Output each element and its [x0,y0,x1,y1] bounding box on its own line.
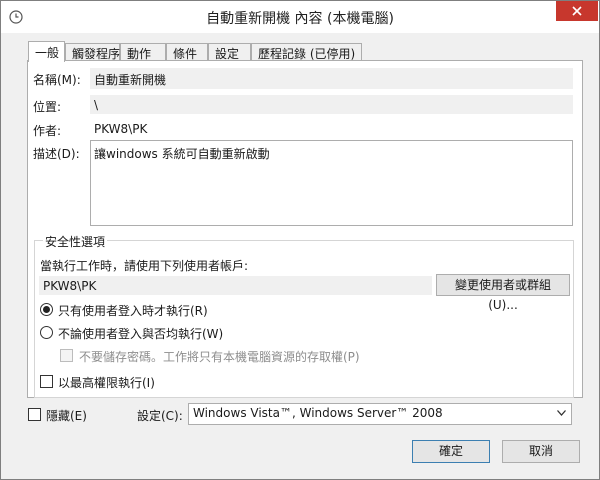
author-value: PKW8\PK [94,122,148,136]
radio-selected-dot [43,306,50,313]
name-label: 名稱(M): [33,73,81,87]
tab-actions[interactable]: 動作 [120,43,166,61]
security-group-title: 安全性選項 [43,233,108,250]
security-options-group: 安全性選項 當執行工作時，請使用下列使用者帳戶: PKW8\PK 變更使用者或群… [34,233,574,398]
radio-logged-on-only-label[interactable]: 只有使用者登入時才執行(R) [58,302,208,319]
configure-for-select[interactable]: Windows Vista™, Windows Server™ 2008 [188,403,572,425]
tab-triggers[interactable]: 觸發程序 [65,43,120,61]
ok-button[interactable]: 確定 [412,440,490,463]
tab-settings[interactable]: 設定 [208,43,251,61]
highest-privileges-label[interactable]: 以最高權限執行(I) [58,374,155,391]
close-button[interactable] [556,1,598,21]
highest-privileges-checkbox[interactable] [40,375,53,388]
hidden-checkbox[interactable] [28,408,41,421]
change-user-button[interactable]: 變更使用者或群組(U)... [436,274,570,312]
general-tab-panel: 名稱(M): 自動重新開機 位置: \ 作者: PKW8\PK 描述(D): 讓… [27,60,583,398]
tab-general[interactable]: 一般 [28,41,65,62]
configure-for-value: Windows Vista™, Windows Server™ 2008 [193,406,443,420]
chevron-down-icon [557,410,566,416]
radio-logged-on-only[interactable] [40,303,53,316]
author-label: 作者: [33,124,62,138]
radio-whether-logged-on-label[interactable]: 不論使用者登入與否均執行(W) [58,325,223,342]
hidden-label[interactable]: 隱藏(E) [46,407,87,424]
tab-history[interactable]: 歷程記錄 (已停用) [251,43,362,61]
user-account-field: PKW8\PK [39,276,432,295]
close-icon [572,6,582,16]
run-as-label: 當執行工作時，請使用下列使用者帳戶: [40,259,249,273]
location-label: 位置: [33,100,62,114]
location-value: \ [90,95,573,114]
cancel-button[interactable]: 取消 [502,440,580,463]
configure-label: 設定(C): [137,409,183,423]
description-label: 描述(D): [33,147,80,161]
description-textarea[interactable]: 讓windows 系統可自動重新啟動 [90,140,573,226]
no-store-password-checkbox[interactable] [60,349,73,362]
title-bar[interactable]: 自動重新開機 內容 (本機電腦) [1,1,599,33]
task-properties-window: 自動重新開機 內容 (本機電腦) 一般 觸發程序 動作 條件 設定 歷程記錄 (… [0,0,600,480]
tab-conditions[interactable]: 條件 [166,43,208,61]
radio-whether-logged-on[interactable] [40,326,53,339]
name-field[interactable]: 自動重新開機 [90,68,573,89]
no-store-password-label: 不要儲存密碼。工作將只有本機電腦資源的存取權(P) [79,350,360,364]
window-title: 自動重新開機 內容 (本機電腦) [206,11,394,27]
